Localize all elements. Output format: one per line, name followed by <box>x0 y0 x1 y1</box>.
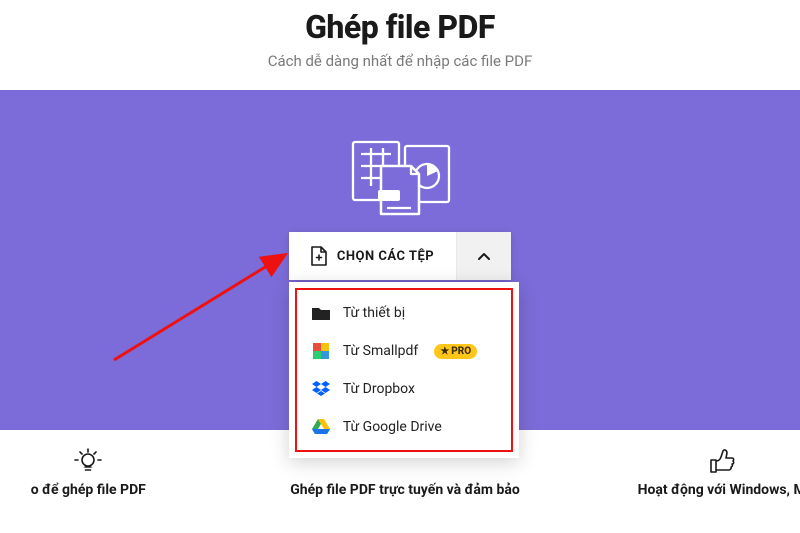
source-dropdown-toggle[interactable] <box>457 232 511 280</box>
source-option-smallpdf[interactable]: Từ Smallpdf ★PRO <box>297 332 511 370</box>
annotation-highlight-box: Từ thiết bị Từ Smallpdf ★PRO Từ Dropbox <box>295 288 513 452</box>
choose-files-label: CHỌN CÁC TỆP <box>337 249 434 264</box>
feature-label: Ghép file PDF trực tuyến và đảm bảo <box>247 482 564 498</box>
source-option-dropbox[interactable]: Từ Dropbox <box>297 370 511 408</box>
option-label: Từ thiết bị <box>343 305 405 321</box>
google-drive-icon <box>311 418 331 436</box>
annotation-arrow <box>108 248 308 368</box>
pro-badge: ★PRO <box>434 344 477 359</box>
thumbs-up-icon <box>563 446 800 476</box>
option-label: Từ Smallpdf <box>343 343 418 359</box>
feature-merge: o để ghép file PDF <box>0 446 247 498</box>
hero-panel: PDF CHỌN CÁC TỆP <box>0 90 800 430</box>
folder-icon <box>311 304 331 322</box>
smallpdf-icon <box>311 342 331 360</box>
file-chooser: CHỌN CÁC TỆP Từ thiết bị Từ Sm <box>289 232 511 280</box>
lightbulb-icon <box>0 446 247 476</box>
source-option-google-drive[interactable]: Từ Google Drive <box>297 408 511 446</box>
source-dropdown: Từ thiết bị Từ Smallpdf ★PRO Từ Dropbox <box>289 282 519 458</box>
choose-files-button[interactable]: CHỌN CÁC TỆP <box>289 232 457 280</box>
add-file-icon <box>311 246 327 266</box>
feature-label: Hoạt động với Windows, M <box>563 482 800 498</box>
option-label: Từ Google Drive <box>343 419 442 435</box>
dropbox-icon <box>311 380 331 398</box>
option-label: Từ Dropbox <box>343 381 415 397</box>
feature-label: o để ghép file PDF <box>0 482 247 498</box>
svg-text:PDF: PDF <box>382 192 397 201</box>
feature-platforms: Hoạt động với Windows, M <box>563 446 800 498</box>
chevron-up-icon <box>477 247 491 266</box>
source-option-device[interactable]: Từ thiết bị <box>297 294 511 332</box>
documents-illustration: PDF <box>345 138 455 220</box>
page-subtitle: Cách dễ dàng nhất để nhập các file PDF <box>0 52 800 70</box>
page-title: Ghép file PDF <box>0 8 800 46</box>
